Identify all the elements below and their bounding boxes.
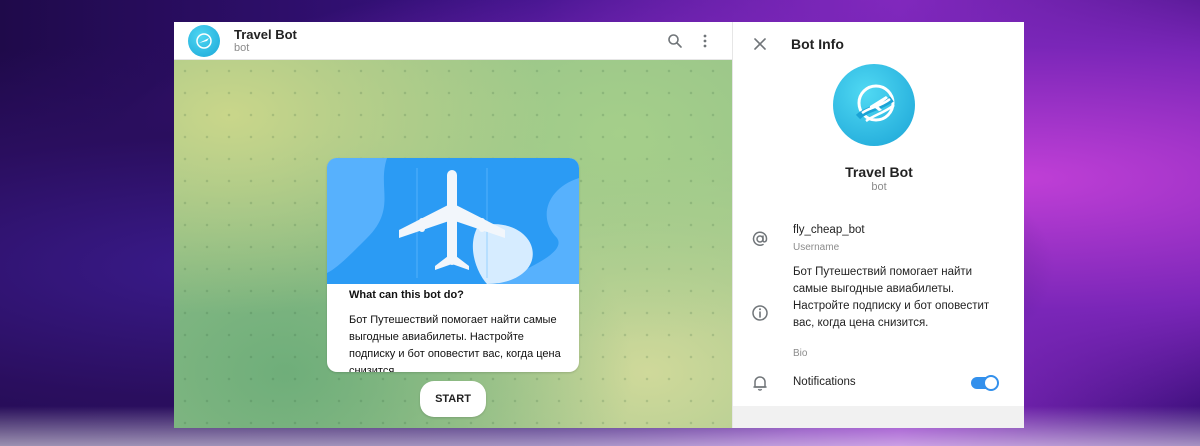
plane-globe-icon	[855, 84, 895, 123]
username-label: Username	[793, 242, 840, 253]
bot-info-panel: Bot Info Travel Bot bot fly_cheap_bot Us…	[732, 22, 1024, 428]
plane-globe-icon	[196, 32, 212, 49]
airplane-illustration	[327, 158, 579, 284]
search-button[interactable]	[660, 26, 690, 56]
start-button[interactable]: START	[420, 381, 486, 417]
chat-header: Travel Bot bot	[174, 22, 732, 60]
notifications-toggle[interactable]	[971, 375, 999, 391]
info-title: Bot Info	[791, 36, 844, 52]
info-footer	[733, 406, 1024, 428]
chat-title: Travel Bot	[234, 26, 297, 42]
airplane-icon	[327, 158, 579, 284]
profile-subtitle: bot	[871, 181, 887, 193]
more-vertical-icon	[703, 34, 707, 47]
toggle-knob	[983, 375, 999, 391]
notifications-label: Notifications	[793, 376, 856, 388]
info-header: Bot Info	[733, 22, 1024, 66]
search-icon	[668, 33, 682, 48]
bot-intro-card: What can this bot do? Бот Путешествий по…	[327, 158, 579, 372]
close-icon	[754, 38, 766, 50]
profile-name: Travel Bot	[845, 164, 913, 180]
close-button[interactable]	[747, 31, 773, 57]
more-button[interactable]	[690, 26, 720, 56]
card-heading: What can this bot do?	[349, 289, 464, 301]
telegram-window: Travel Bot bot What can this bot do? Бот…	[174, 22, 1024, 428]
chat-title-block[interactable]: Travel Bot bot	[234, 27, 660, 55]
chat-background: What can this bot do? Бот Путешествий по…	[174, 60, 732, 428]
chat-subtitle: bot	[234, 41, 250, 54]
chat-panel: Travel Bot bot What can this bot do? Бот…	[174, 22, 732, 428]
at-sign-icon	[749, 228, 771, 250]
username-value[interactable]: fly_cheap_bot	[793, 222, 865, 239]
info-icon	[749, 302, 771, 324]
card-description: Бот Путешествий помогает найти самые выг…	[349, 314, 561, 372]
bio-text: Бот Путешествий помогает найти самые выг…	[793, 266, 990, 329]
bio-label: Bio	[793, 348, 808, 359]
bot-profile-avatar[interactable]	[833, 64, 915, 146]
bot-avatar[interactable]	[188, 24, 220, 57]
bell-icon	[749, 372, 771, 394]
